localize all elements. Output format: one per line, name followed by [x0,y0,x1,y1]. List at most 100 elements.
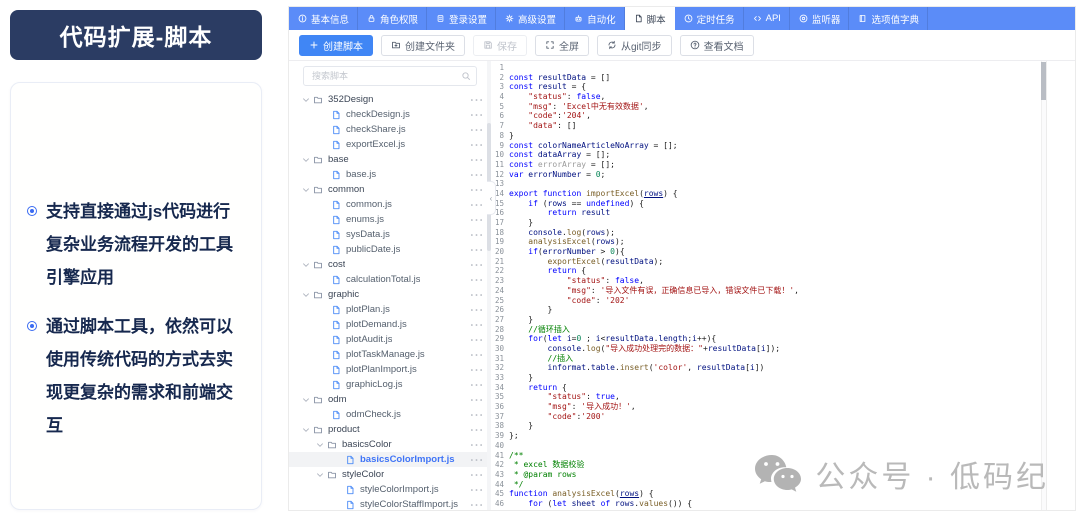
tree-file[interactable]: checkDesign.js [289,107,491,122]
tree-file[interactable]: checkShare.js [289,122,491,137]
item-menu-icon[interactable] [470,398,483,402]
item-menu-icon[interactable] [470,308,483,312]
item-menu-icon[interactable] [470,263,483,267]
tree-folder[interactable]: product [289,422,491,437]
item-menu-icon[interactable] [470,458,483,462]
tree-item-name: odmCheck.js [346,409,401,420]
item-menu-icon[interactable] [470,353,483,357]
tree-file[interactable]: base.js [289,167,491,182]
tree-file[interactable]: common.js [289,197,491,212]
view-docs-button[interactable]: 查看文档 [679,34,754,56]
tree-file[interactable]: styleColorImport.js [289,482,491,497]
tree-file[interactable]: plotTaskManage.js [289,347,491,362]
tree-item-name: styleColor [342,469,385,480]
item-menu-icon[interactable] [470,158,483,162]
item-menu-icon[interactable] [470,98,483,102]
item-menu-icon[interactable] [470,143,483,147]
item-menu-icon[interactable] [470,413,483,417]
item-menu-icon[interactable] [470,323,483,327]
code-line: "data": [] [528,121,577,131]
item-menu-icon[interactable] [470,293,483,297]
git-sync-button[interactable]: 从git同步 [597,34,672,56]
tree-file[interactable]: plotPlanImport.js [289,362,491,377]
tab-automation[interactable]: 自动化 [565,7,625,30]
feature-bullet: 支持直接通过js代码进行复杂业务流程开发的工具引擎应用 [27,195,247,294]
tab-option-dict[interactable]: 选项值字典 [849,7,928,30]
tree-folder[interactable]: graphic [289,287,491,302]
item-menu-icon[interactable] [470,248,483,252]
tree-file[interactable]: publicDate.js [289,242,491,257]
item-menu-icon[interactable] [470,203,483,207]
create-script-button[interactable]: 创建脚本 [299,34,373,56]
code-editor[interactable]: 1 2 3 4 5 6 7 8 9 10 11 12 13 14 15 16 17 18 19 20 21 22 23 24 2… [491,61,1047,510]
tree-file[interactable]: basicsColorImport.js [289,452,491,467]
tab-label: 基本信息 [311,14,350,26]
tab-scheduled-tasks[interactable]: 定时任务 [675,7,744,30]
folder-icon [313,425,323,435]
item-menu-icon[interactable] [470,488,483,492]
tree-file[interactable]: plotDemand.js [289,317,491,332]
tab-role-permission[interactable]: 角色权限 [358,7,427,30]
item-menu-icon[interactable] [470,218,483,222]
tree-item-name: styleColorStaffImport.js [360,499,459,510]
tree-folder[interactable]: common [289,182,491,197]
item-menu-icon[interactable] [470,428,483,432]
button-label: 创建文件夹 [405,41,455,53]
tree-file[interactable]: enums.js [289,212,491,227]
item-menu-icon[interactable] [470,278,483,282]
item-menu-icon[interactable] [470,473,483,477]
item-menu-icon[interactable] [470,173,483,177]
code-area[interactable]: const resultData = [] const result = { "s… [509,63,1046,510]
tree-folder[interactable]: odm [289,392,491,407]
tree-folder[interactable]: base [289,152,491,167]
tree-folder[interactable]: cost [289,257,491,272]
file-js-icon [345,485,355,495]
item-menu-icon[interactable] [470,233,483,237]
file-js-icon [331,305,341,315]
watermark: 公众号 · 低码纪 [753,452,1049,496]
item-menu-icon[interactable] [470,338,483,342]
tree-folder[interactable]: 352Design [289,92,491,107]
tab-script[interactable]: 脚本 [624,7,675,30]
tab-advanced-settings[interactable]: 高级设置 [496,7,565,30]
code-line: //循环插入 [528,324,570,334]
item-menu-icon[interactable] [470,503,483,507]
item-menu-icon[interactable] [470,368,483,372]
tab-api[interactable]: API [744,7,790,30]
file-js-icon [331,170,341,180]
collapse-tree-handle[interactable]: ‹ [487,181,496,215]
item-menu-icon[interactable] [470,128,483,132]
tree-file[interactable]: exportExcel.js [289,137,491,152]
folder-icon [313,95,323,105]
tab-listener[interactable]: 监听器 [790,7,850,30]
search-input[interactable] [303,66,477,86]
tab-login-settings[interactable]: 登录设置 [427,7,496,30]
file-tree: 352Design checkDesign.js checkShare.js expo… [289,61,491,510]
create-folder-button[interactable]: 创建文件夹 [381,34,465,56]
item-menu-icon[interactable] [470,443,483,447]
item-menu-icon[interactable] [470,188,483,192]
item-menu-icon[interactable] [470,113,483,117]
fullscreen-button[interactable]: 全屏 [535,34,589,56]
tab-label: 角色权限 [380,14,419,26]
tree-file[interactable]: odmCheck.js [289,407,491,422]
search-box [303,66,477,86]
tree-file[interactable]: plotPlan.js [289,302,491,317]
tree-item-name: styleColorImport.js [360,484,439,495]
tab-label: API [765,13,781,24]
save-button[interactable]: 保存 [473,34,527,56]
tree-file[interactable]: calculationTotal.js [289,272,491,287]
tree-folder[interactable]: styleColor [289,467,491,482]
tab-basic-info[interactable]: 基本信息 [289,7,358,30]
dict-icon [858,14,867,23]
code-line: //插入 [547,353,574,363]
tree-file[interactable]: graphicLog.js [289,377,491,392]
file-js-icon [331,320,341,330]
tree-file[interactable]: styleColorStaffImport.js [289,497,491,510]
tree-folder[interactable]: basicsColor [289,437,491,452]
tree-file[interactable]: sysData.js [289,227,491,242]
editor-scrollbar[interactable] [1041,61,1046,510]
tree-file[interactable]: plotAudit.js [289,332,491,347]
item-menu-icon[interactable] [470,383,483,387]
code-line: "code":'204', [528,111,591,121]
